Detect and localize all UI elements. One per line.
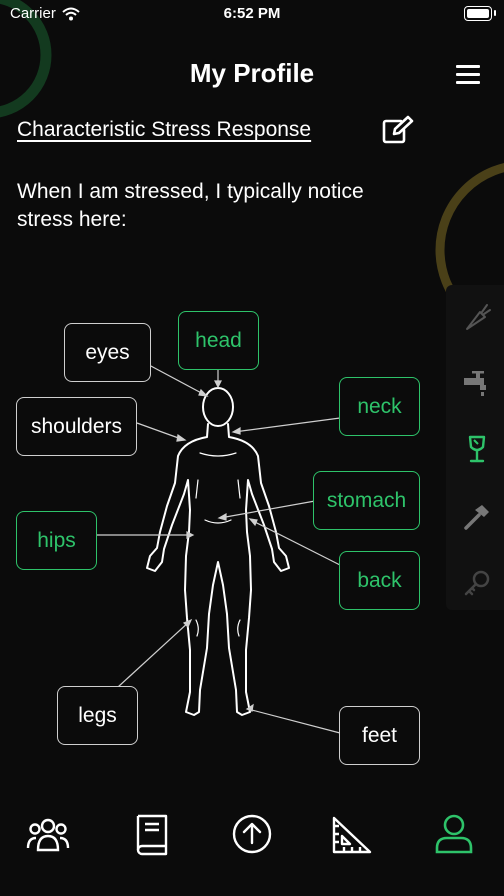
hammer-icon[interactable] (462, 502, 492, 532)
profile-icon[interactable] (432, 812, 476, 856)
upload-icon[interactable] (230, 812, 274, 856)
label-neck[interactable]: neck (339, 377, 420, 436)
book-icon[interactable] (130, 812, 174, 856)
label-eyes[interactable]: eyes (64, 323, 151, 382)
label-feet[interactable]: feet (339, 706, 420, 765)
community-icon[interactable] (26, 812, 70, 856)
label-hips[interactable]: hips (16, 511, 97, 570)
label-head[interactable]: head (178, 311, 259, 370)
label-shoulders[interactable]: shoulders (16, 397, 137, 456)
carrot-icon[interactable] (462, 302, 492, 332)
glass-icon[interactable] (462, 434, 492, 464)
ruler-icon[interactable] (330, 812, 374, 856)
label-legs[interactable]: legs (57, 686, 138, 745)
label-stomach[interactable]: stomach (313, 471, 420, 530)
label-back[interactable]: back (339, 551, 420, 610)
faucet-icon[interactable] (462, 368, 492, 398)
key-icon[interactable] (462, 568, 492, 598)
